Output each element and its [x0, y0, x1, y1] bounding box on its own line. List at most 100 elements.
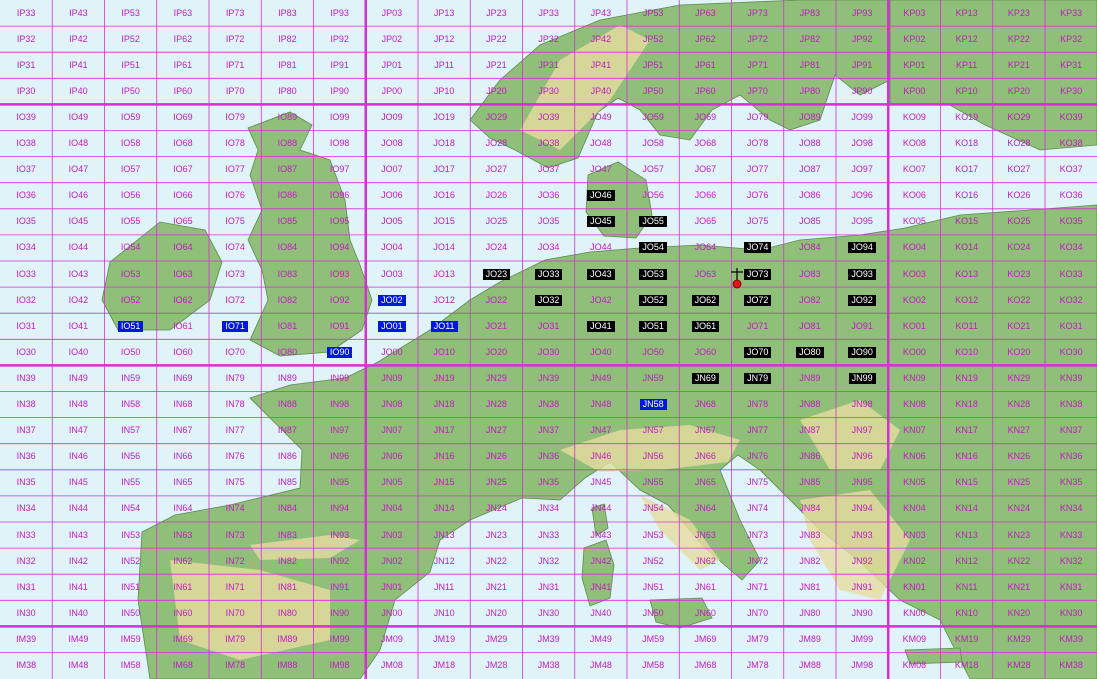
grid-square[interactable]: JN24 — [470, 496, 522, 522]
grid-square[interactable]: JO19 — [418, 104, 470, 130]
grid-square[interactable]: IP93 — [314, 0, 366, 26]
grid-square[interactable]: JN21 — [470, 574, 522, 600]
grid-square[interactable]: IN78 — [209, 392, 261, 418]
grid-square[interactable]: JN65 — [679, 470, 731, 496]
grid-square[interactable]: KM39 — [1045, 626, 1097, 652]
grid-square[interactable]: IO56 — [105, 183, 157, 209]
grid-square[interactable]: KN06 — [888, 444, 940, 470]
grid-square[interactable]: IO77 — [209, 157, 261, 183]
grid-square[interactable]: JP82 — [784, 26, 836, 52]
grid-square[interactable]: JO44 — [575, 235, 627, 261]
grid-square[interactable]: JO61 — [679, 313, 731, 339]
grid-square[interactable]: JN53 — [627, 522, 679, 548]
grid-square[interactable]: JO77 — [732, 157, 784, 183]
grid-square[interactable]: JM68 — [679, 653, 731, 679]
grid-square[interactable]: JO58 — [627, 131, 679, 157]
grid-square[interactable]: JN50 — [627, 600, 679, 626]
grid-square[interactable]: IN98 — [314, 392, 366, 418]
grid-square[interactable]: JP30 — [523, 78, 575, 104]
grid-square[interactable]: JO83 — [784, 261, 836, 287]
grid-square[interactable]: IP51 — [105, 52, 157, 78]
grid-square[interactable]: JM88 — [784, 653, 836, 679]
grid-square[interactable]: KN30 — [1045, 600, 1097, 626]
grid-square[interactable]: JO68 — [679, 131, 731, 157]
grid-square[interactable]: IO78 — [209, 131, 261, 157]
grid-square[interactable]: KP33 — [1045, 0, 1097, 26]
grid-square[interactable]: JO17 — [418, 157, 470, 183]
grid-square[interactable]: KN04 — [888, 496, 940, 522]
grid-square[interactable]: JO11 — [418, 313, 470, 339]
grid-square[interactable]: JO93 — [836, 261, 888, 287]
grid-square[interactable]: IO43 — [52, 261, 104, 287]
grid-square[interactable]: JO75 — [732, 209, 784, 235]
grid-square[interactable]: JN87 — [784, 418, 836, 444]
grid-square[interactable]: JO86 — [784, 183, 836, 209]
grid-square[interactable]: IN59 — [105, 365, 157, 391]
grid-square[interactable]: IO80 — [261, 339, 313, 365]
grid-square[interactable]: KP03 — [888, 0, 940, 26]
grid-square[interactable]: JN72 — [732, 548, 784, 574]
grid-square[interactable]: IP83 — [261, 0, 313, 26]
grid-square[interactable]: IN94 — [314, 496, 366, 522]
grid-square[interactable]: KN29 — [993, 365, 1045, 391]
grid-square[interactable]: JP53 — [627, 0, 679, 26]
grid-square[interactable]: IN84 — [261, 496, 313, 522]
grid-square[interactable]: KN10 — [941, 600, 993, 626]
grid-square[interactable]: KO05 — [888, 209, 940, 235]
grid-square[interactable]: IP60 — [157, 78, 209, 104]
grid-square[interactable]: JN14 — [418, 496, 470, 522]
grid-square[interactable]: KP23 — [993, 0, 1045, 26]
grid-square[interactable]: KM08 — [888, 653, 940, 679]
grid-square[interactable]: KO04 — [888, 235, 940, 261]
grid-square[interactable]: JM39 — [523, 626, 575, 652]
grid-square[interactable]: JO70 — [732, 339, 784, 365]
grid-square[interactable]: JM98 — [836, 653, 888, 679]
grid-square[interactable]: JN49 — [575, 365, 627, 391]
grid-square[interactable]: IO46 — [52, 183, 104, 209]
grid-square[interactable]: JN46 — [575, 444, 627, 470]
grid-square[interactable]: IO61 — [157, 313, 209, 339]
grid-square[interactable]: IM78 — [209, 653, 261, 679]
grid-square[interactable]: IO60 — [157, 339, 209, 365]
grid-square[interactable]: KN05 — [888, 470, 940, 496]
grid-square[interactable]: JO45 — [575, 209, 627, 235]
grid-square[interactable]: JO09 — [366, 104, 418, 130]
grid-square[interactable]: IN69 — [157, 365, 209, 391]
grid-square[interactable]: JN64 — [679, 496, 731, 522]
grid-square[interactable]: IP42 — [52, 26, 104, 52]
grid-square[interactable]: JO99 — [836, 104, 888, 130]
grid-square[interactable]: JO49 — [575, 104, 627, 130]
grid-square[interactable]: KN13 — [941, 522, 993, 548]
grid-square[interactable]: IM39 — [0, 626, 52, 652]
grid-square[interactable]: KN23 — [993, 522, 1045, 548]
grid-square[interactable]: IN71 — [209, 574, 261, 600]
grid-square[interactable]: KN24 — [993, 496, 1045, 522]
grid-square[interactable]: KO22 — [993, 287, 1045, 313]
grid-square[interactable]: KO39 — [1045, 104, 1097, 130]
grid-square[interactable]: IP90 — [314, 78, 366, 104]
grid-square[interactable]: IO74 — [209, 235, 261, 261]
grid-square[interactable]: JO91 — [836, 313, 888, 339]
grid-square[interactable]: IO65 — [157, 209, 209, 235]
grid-square[interactable]: KN18 — [941, 392, 993, 418]
grid-square[interactable]: JO82 — [784, 287, 836, 313]
grid-square[interactable]: JN86 — [784, 444, 836, 470]
grid-square[interactable]: JO43 — [575, 261, 627, 287]
grid-square[interactable]: JP10 — [418, 78, 470, 104]
grid-square[interactable]: IN90 — [314, 600, 366, 626]
grid-square[interactable]: KO33 — [1045, 261, 1097, 287]
grid-square[interactable]: IO69 — [157, 104, 209, 130]
grid-square[interactable]: IP61 — [157, 52, 209, 78]
grid-square[interactable]: IN97 — [314, 418, 366, 444]
grid-square[interactable]: JO46 — [575, 183, 627, 209]
grid-square[interactable]: JO90 — [836, 339, 888, 365]
grid-square[interactable]: KN03 — [888, 522, 940, 548]
grid-square[interactable]: JO34 — [523, 235, 575, 261]
grid-square[interactable]: JN99 — [836, 365, 888, 391]
grid-square[interactable]: KO11 — [941, 313, 993, 339]
grid-square[interactable]: KO25 — [993, 209, 1045, 235]
grid-square[interactable]: IP92 — [314, 26, 366, 52]
grid-square[interactable]: KN28 — [993, 392, 1045, 418]
grid-square[interactable]: IN66 — [157, 444, 209, 470]
grid-square[interactable]: IO57 — [105, 157, 157, 183]
